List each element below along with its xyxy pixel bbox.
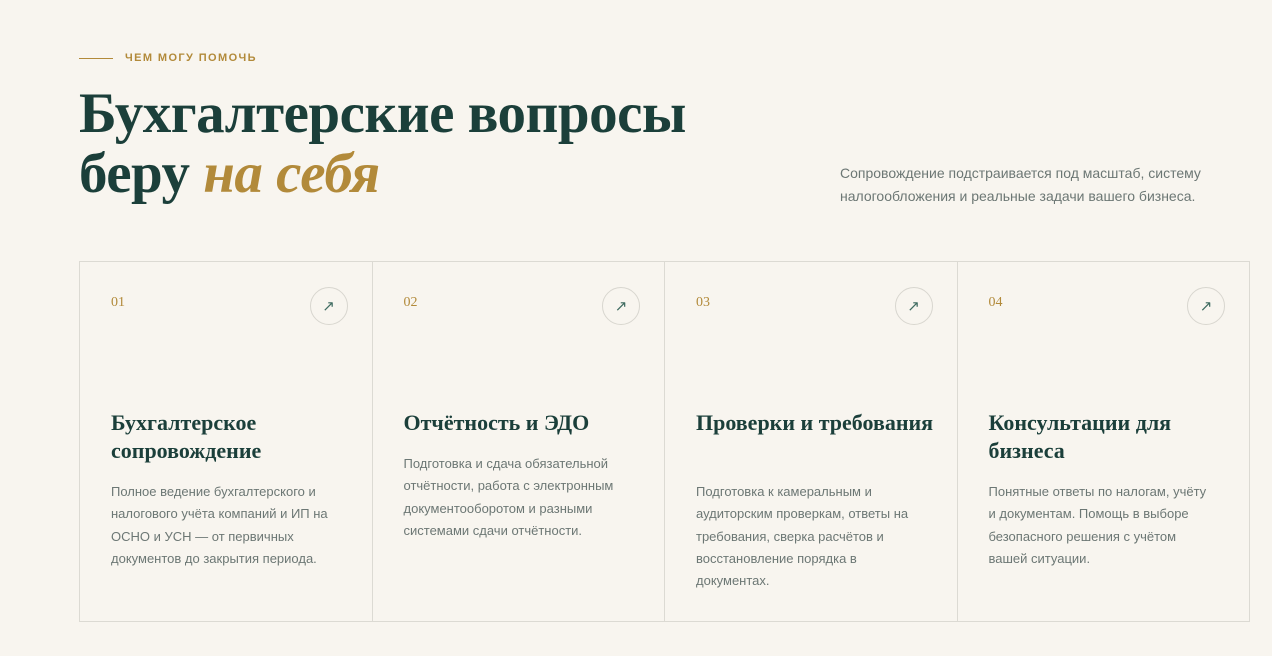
card-title: Консультации для бизнеса bbox=[988, 410, 1172, 463]
service-card-reporting[interactable]: 02 ↗ Отчётность и ЭДО Подготовка и сдача… bbox=[373, 262, 665, 621]
card-number: 02 bbox=[403, 295, 418, 310]
arrow-up-right-icon[interactable]: ↗ bbox=[602, 287, 640, 325]
card-title: Отчётность и ЭДО bbox=[403, 410, 590, 435]
card-number: 03 bbox=[696, 295, 710, 310]
card-description: Понятные ответы по налогам, учёту и доку… bbox=[988, 484, 1207, 566]
headline-accent: на себя bbox=[203, 142, 380, 205]
headline-line-1: Бухгалтерские вопросы bbox=[79, 82, 686, 145]
card-title: Бухгалтерское сопровождение bbox=[111, 410, 262, 463]
service-card-audits[interactable]: 03 ↗ Проверки и требования Подготовка к … bbox=[665, 262, 958, 621]
section-headline: Бухгалтерские вопросы беру на себя bbox=[79, 84, 686, 204]
service-card-consulting[interactable]: 04 ↗ Консультации для бизнеса Понятные о… bbox=[958, 262, 1250, 621]
service-card-accounting[interactable]: 01 ↗ Бухгалтерское сопровождение Полное … bbox=[80, 262, 373, 621]
eyebrow-divider bbox=[79, 57, 113, 59]
services-cards: 01 ↗ Бухгалтерское сопровождение Полное … bbox=[79, 261, 1250, 622]
section-lead: Сопровождение подстраивается под масштаб… bbox=[840, 165, 1201, 204]
eyebrow-text: ЧЕМ МОГУ ПОМОЧЬ bbox=[125, 52, 257, 64]
section-eyebrow: ЧЕМ МОГУ ПОМОЧЬ bbox=[79, 52, 257, 64]
card-description: Полное ведение бухгалтерского и налогово… bbox=[111, 484, 328, 566]
arrow-up-right-icon[interactable]: ↗ bbox=[1187, 287, 1225, 325]
card-number: 01 bbox=[111, 295, 125, 310]
arrow-up-right-icon[interactable]: ↗ bbox=[894, 287, 933, 325]
headline-line-2-start: беру bbox=[79, 142, 204, 205]
card-description: Подготовка к камеральным и аудиторским п… bbox=[696, 484, 909, 589]
card-title: Проверки и требования bbox=[696, 410, 934, 435]
arrow-up-right-icon[interactable]: ↗ bbox=[309, 287, 348, 325]
card-description: Подготовка и сдача обязательной отчётнос… bbox=[403, 456, 614, 538]
card-number: 04 bbox=[988, 295, 1003, 310]
